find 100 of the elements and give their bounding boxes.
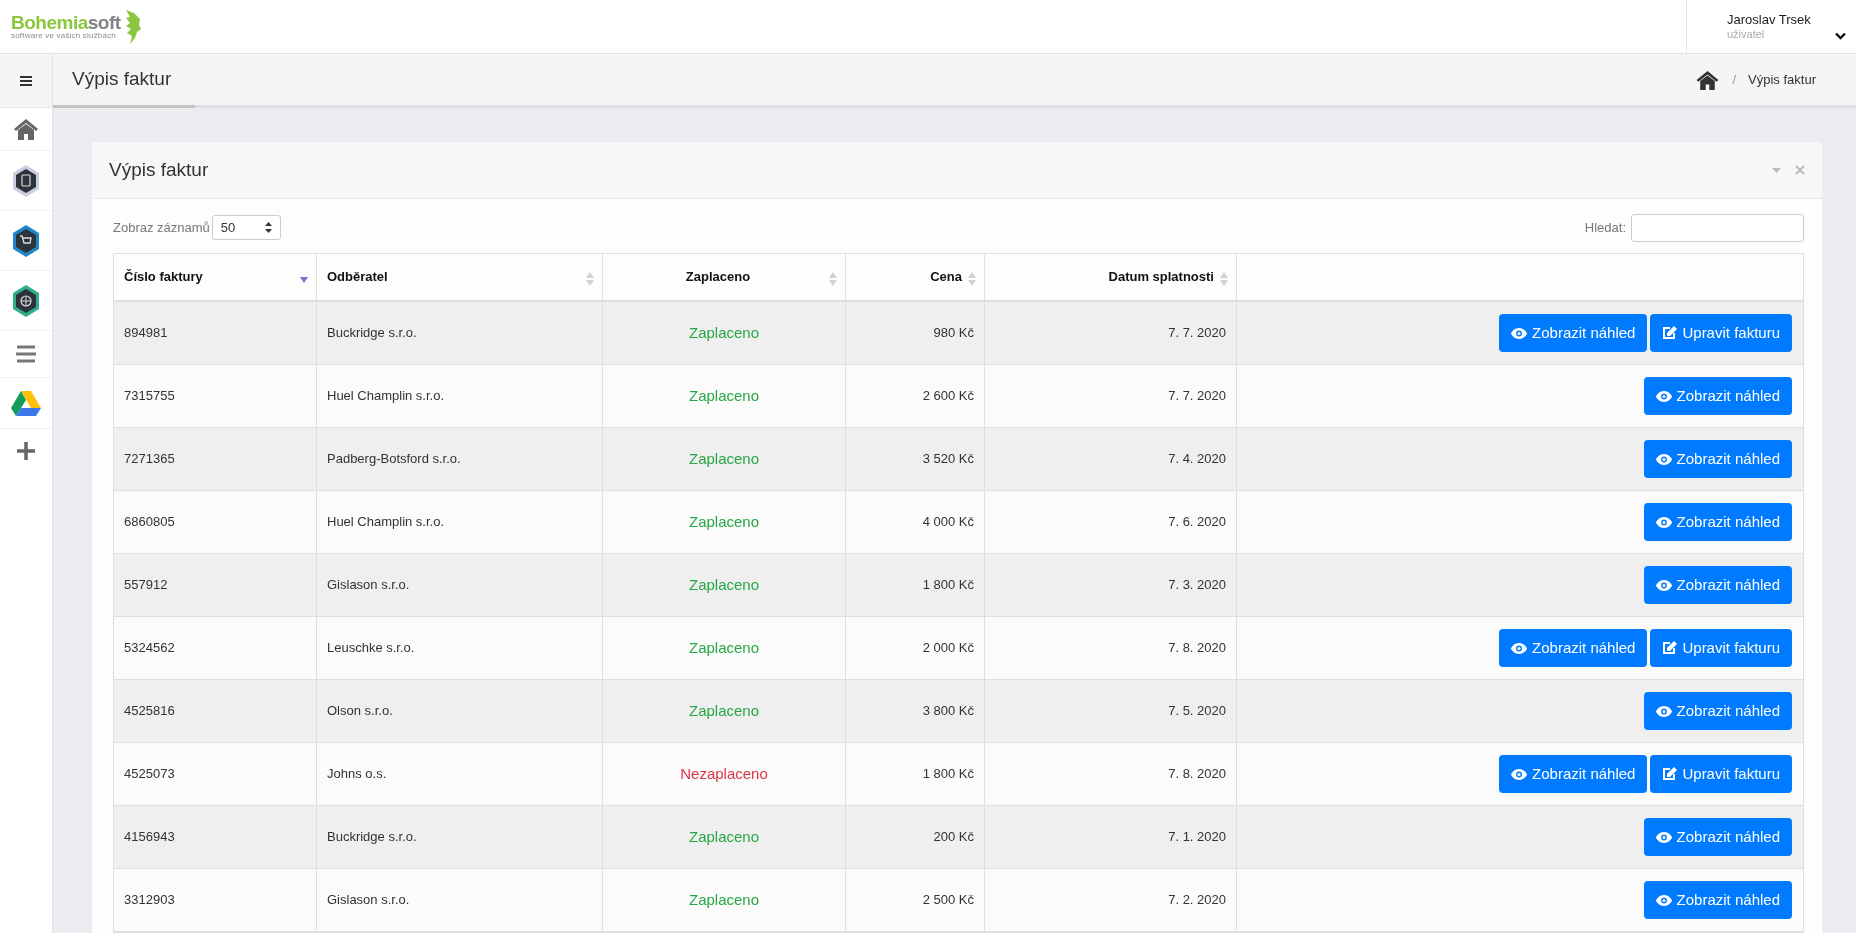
column-header[interactable]: Číslo faktury xyxy=(114,254,317,300)
table-cell-text: 7. 5. 2020 xyxy=(1168,702,1226,721)
user-role: uživatel xyxy=(1727,27,1766,42)
payment-status: Nezaplaceno xyxy=(680,763,768,784)
preview-button[interactable]: Zobrazit náhled xyxy=(1643,818,1792,856)
preview-button[interactable]: Zobrazit náhled xyxy=(1499,755,1648,793)
table-cell-text: 7. 7. 2020 xyxy=(1168,387,1226,406)
table-cell-text: 4525073 xyxy=(124,765,175,784)
preview-button[interactable]: Zobrazit náhled xyxy=(1643,440,1792,478)
payment-status: Zaplaceno xyxy=(688,511,760,532)
edit-button[interactable]: Upravit fakturu xyxy=(1650,314,1792,352)
edit-icon xyxy=(1662,326,1678,340)
home-icon[interactable] xyxy=(13,118,39,140)
preview-button[interactable]: Zobrazit náhled xyxy=(1643,566,1792,604)
table-cell-text: 4 000 Kč xyxy=(922,513,974,532)
document-badge-icon[interactable] xyxy=(11,163,41,198)
table-cell-text: 7271365 xyxy=(124,450,175,469)
table-cell-text: 6860805 xyxy=(124,513,175,532)
chevron-down-icon[interactable] xyxy=(1835,32,1846,40)
eye-icon xyxy=(1511,768,1528,780)
table-cell-text: 7. 2. 2020 xyxy=(1168,891,1226,910)
brand-tagline: software ve vašich službách xyxy=(11,32,117,40)
table-cell-text: Huel Champlin s.r.o. xyxy=(327,513,445,532)
edit-button[interactable]: Upravit fakturu xyxy=(1650,629,1792,667)
table-cell-text: 2 500 Kč xyxy=(922,891,974,910)
table-cell-text: 2 600 Kč xyxy=(922,387,974,406)
plus-icon[interactable] xyxy=(16,441,36,461)
table-cell-text: 4525816 xyxy=(124,702,175,721)
eye-icon xyxy=(1511,327,1528,339)
table-cell-text: 894981 xyxy=(124,324,168,343)
eye-icon xyxy=(1655,390,1672,402)
preview-button[interactable]: Zobrazit náhled xyxy=(1643,377,1792,415)
table-cell-text: 7. 4. 2020 xyxy=(1168,450,1226,469)
table-cell-text: Gislason s.r.o. xyxy=(327,576,410,595)
payment-status: Zaplaceno xyxy=(688,637,760,658)
payment-status: Zaplaceno xyxy=(688,700,760,721)
table-cell-text: 557912 xyxy=(124,576,168,595)
table-cell-text: 3312903 xyxy=(124,891,175,910)
table-cell-text: 3 800 Kč xyxy=(922,702,974,721)
table-cell-text: 200 Kč xyxy=(933,828,974,847)
table-cell-text: 2 000 Kč xyxy=(922,639,974,658)
user-name[interactable]: Jaroslav Trsek xyxy=(1727,11,1811,28)
payment-status: Zaplaceno xyxy=(688,889,760,910)
table-cell-text: 7. 7. 2020 xyxy=(1168,324,1226,343)
table-cell-text: Padberg-Botsford s.r.o. xyxy=(327,450,461,469)
edit-button[interactable]: Upravit fakturu xyxy=(1650,755,1792,793)
drive-icon[interactable] xyxy=(11,390,41,416)
eye-icon xyxy=(1655,894,1672,906)
breadcrumb-separator: / xyxy=(1732,70,1737,89)
edit-icon xyxy=(1662,767,1678,781)
table-cell-text: 3 520 Kč xyxy=(922,450,974,469)
table-cell-text: 7315755 xyxy=(124,387,175,406)
preview-button[interactable]: Zobrazit náhled xyxy=(1643,881,1792,919)
table-cell-text: 7. 3. 2020 xyxy=(1168,576,1226,595)
eye-icon xyxy=(1655,831,1672,843)
edit-icon xyxy=(1662,641,1678,655)
preview-button[interactable]: Zobrazit náhled xyxy=(1499,629,1648,667)
cart-badge-icon[interactable] xyxy=(11,223,41,258)
up-down-arrows-icon xyxy=(264,222,272,233)
preview-button[interactable]: Zobrazit náhled xyxy=(1643,503,1792,541)
preview-button[interactable]: Zobrazit náhled xyxy=(1499,314,1648,352)
page-length-label: Zobraz záznamů xyxy=(113,218,210,237)
brand-name: Bohemiasoft xyxy=(11,13,121,32)
breadcrumb-item: Výpis faktur xyxy=(1748,70,1816,89)
table-cell-text: Buckridge s.r.o. xyxy=(327,828,417,847)
card-title: Výpis faktur xyxy=(109,157,209,182)
page-length-select[interactable]: 50 xyxy=(211,215,281,240)
table-cell-text: Buckridge s.r.o. xyxy=(327,324,417,343)
table-cell-text: 5324562 xyxy=(124,639,175,658)
eye-icon xyxy=(1655,579,1672,591)
lines-icon[interactable] xyxy=(16,345,36,363)
eye-icon xyxy=(1655,516,1672,528)
table-cell-text: 1 800 Kč xyxy=(922,576,974,595)
table-cell-text: 7. 6. 2020 xyxy=(1168,513,1226,532)
table-cell-text: 1 800 Kč xyxy=(922,765,974,784)
preview-button[interactable]: Zobrazit náhled xyxy=(1643,692,1792,730)
globe-badge-icon[interactable] xyxy=(11,283,41,318)
eye-icon xyxy=(1511,642,1528,654)
search-field[interactable] xyxy=(1631,213,1804,242)
table-cell-text: Johns o.s. xyxy=(327,765,387,784)
search-label: Hledat: xyxy=(1584,218,1626,237)
table-cell-text: 980 Kč xyxy=(933,324,974,343)
table-cell-text: Huel Champlin s.r.o. xyxy=(327,387,445,406)
page-title: Výpis faktur xyxy=(71,67,172,92)
table-cell-text: Leuschke s.r.o. xyxy=(327,639,415,658)
payment-status: Zaplaceno xyxy=(688,322,760,343)
table-cell-text: 7. 8. 2020 xyxy=(1168,639,1226,658)
table-cell-text: 7. 1. 2020 xyxy=(1168,828,1226,847)
payment-status: Zaplaceno xyxy=(688,448,760,469)
column-header[interactable]: Zaplaceno xyxy=(603,254,846,300)
menu-icon[interactable] xyxy=(20,75,32,86)
payment-status: Zaplaceno xyxy=(688,574,760,595)
home-icon[interactable] xyxy=(1695,69,1721,90)
eye-icon xyxy=(1655,705,1672,717)
column-header[interactable]: Odběratel xyxy=(317,254,603,300)
column-header[interactable]: Datum splatnosti xyxy=(985,254,1237,300)
table-cell-text: 4156943 xyxy=(124,828,175,847)
table-cell-text: Gislason s.r.o. xyxy=(327,891,410,910)
column-header[interactable]: Cena xyxy=(846,254,985,300)
table-cell-text: 7. 8. 2020 xyxy=(1168,765,1226,784)
